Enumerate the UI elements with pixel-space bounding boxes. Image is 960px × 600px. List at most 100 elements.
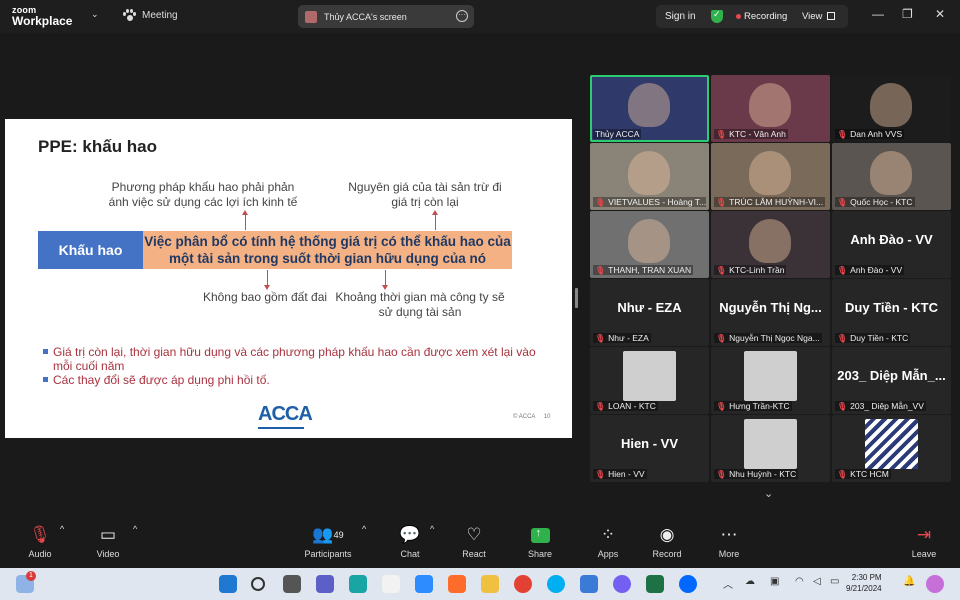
participant-tile[interactable]: Anh Đào - VV 🎙 Anh Đào - VV [832,211,951,278]
restore-icon[interactable]: ❐ [902,8,913,20]
chrome-icon[interactable] [514,575,532,593]
audio-caret-icon[interactable]: ^ [60,524,64,534]
apps-button[interactable]: ⁘ Apps [592,524,624,559]
title-bar: zoom Workplace ⌄ Meeting Thủy ACCA's scr… [0,0,960,33]
participant-video [749,151,791,195]
meeting-button[interactable]: Meeting [122,9,178,22]
participant-name: 🎙 THANH, TRAN XUAN [593,265,694,275]
participant-tile[interactable]: 🎙 VIETVALUES - Hoàng T... [590,143,709,210]
app-icon[interactable] [382,575,400,593]
security-shield-icon[interactable] [711,9,723,23]
viber-icon[interactable] [613,575,631,593]
mic-muted-icon: 🎙 [716,129,727,139]
participants-icon: 👥49 [312,525,344,544]
mic-muted-icon: 🎙 [595,469,606,479]
view-button[interactable]: View [802,11,822,22]
apps-label: Apps [597,549,619,559]
task-view-icon[interactable] [283,575,301,593]
sharer-avatar [305,10,317,23]
participant-tile[interactable]: 🎙 TRÚC LÂM HUỲNH-VI... [711,143,830,210]
participant-tile[interactable]: Hien - VV 🎙 Hien - VV [590,415,709,482]
zalo-icon[interactable] [679,575,697,593]
sign-in-button[interactable]: Sign in [665,11,696,22]
heart-icon: ♡ [466,525,482,544]
mic-muted-icon: 🎙 [837,265,848,275]
minimize-icon[interactable]: — [872,8,884,20]
skype-icon[interactable] [547,575,565,593]
chevron-down-icon[interactable]: ⌄ [91,9,99,20]
windows-start-icon[interactable] [219,575,237,593]
screen-share-banner[interactable]: Thủy ACCA's screen ··· [298,5,474,28]
participants-caret-icon[interactable]: ^ [362,524,366,534]
chevron-down-icon[interactable]: ⌄ [764,487,773,500]
view-layout-icon[interactable] [827,12,835,20]
more-options-icon[interactable]: ··· [456,10,468,22]
mic-muted-icon: 🎙 [29,525,51,544]
react-button[interactable]: ♡ React [458,524,490,559]
more-icon: ⋯ [720,525,738,544]
search-icon[interactable] [251,577,265,591]
record-icon: ◉ [659,525,675,544]
mic-muted-icon: 🎙 [716,265,727,275]
share-label: Share [527,549,553,559]
video-camera-icon: ▭ [99,525,117,544]
participant-video [870,83,912,127]
chat-icon: 💬 [399,525,421,544]
firefox-icon[interactable] [448,575,466,593]
participant-tile[interactable]: 🎙 Nhu Huỳnh - KTC [711,415,830,482]
record-label: Record [652,549,682,559]
participant-tile[interactable]: 🎙 Dan Anh VVS [832,75,951,142]
excel-icon[interactable] [646,575,664,593]
record-button[interactable]: ◉ Record [650,524,684,559]
participant-name: 🎙 KTC-Linh Trần [714,265,787,275]
zoom-icon[interactable] [415,575,433,593]
participant-name: 🎙 Nhu Huỳnh - KTC [714,469,799,479]
tray-app-icon[interactable]: ▣ [770,576,779,587]
participants-button[interactable]: 👥49 Participants [300,524,356,559]
video-button[interactable]: ▭ Video [90,524,126,559]
battery-icon[interactable]: ▭ [830,576,839,587]
participant-tile[interactable]: 🎙 KTC - Vân Anh [711,75,830,142]
share-banner-text: Thủy ACCA's screen [324,11,407,22]
participant-tile[interactable]: 203_ Diệp Mẫn_... 🎙 203_ Diệp Mẫn_VV [832,347,951,414]
audio-label: Audio [28,549,52,559]
more-button[interactable]: ⋯ More [713,524,745,559]
notification-badge: 1 [26,571,36,581]
close-icon[interactable]: ✕ [935,8,945,20]
wifi-icon[interactable]: ◠ [795,576,804,587]
participant-tile[interactable]: 🎙 KTC HCM [832,415,951,482]
participant-tile[interactable]: Như - EZA 🎙 Như - EZA [590,279,709,346]
teams-icon[interactable] [316,575,334,593]
file-explorer-icon[interactable] [481,575,499,593]
apps-icon: ⁘ [600,525,616,544]
outlook-icon[interactable] [580,575,598,593]
zoom-workplace-logo[interactable]: zoom Workplace [12,5,72,27]
volume-icon[interactable]: ◁ [813,576,821,587]
cloud-icon[interactable]: ☁ [745,576,755,587]
participant-tile[interactable]: 🎙 THANH, TRAN XUAN [590,211,709,278]
participant-tile[interactable]: Nguyễn Thị Ng... 🎙 Nguyễn Thị Ngọc Nga... [711,279,830,346]
video-caret-icon[interactable]: ^ [133,524,137,534]
participant-avatar [865,419,918,469]
participant-tile[interactable]: Thủy ACCA [590,75,709,142]
edge-icon[interactable] [349,575,367,593]
participant-tile[interactable]: 🎙 LOAN - KTC [590,347,709,414]
notification-bell-icon[interactable]: 🔔 [903,576,915,587]
share-button[interactable]: Share [524,524,556,559]
participant-tile[interactable]: Duy Tiền - KTC 🎙 Duy Tiền - KTC [832,279,951,346]
tray-chevron-icon[interactable]: ︿ [723,576,733,591]
chat-button[interactable]: 💬 Chat [394,524,426,559]
split-drag-handle[interactable] [575,288,578,308]
participant-tile[interactable]: 🎙 KTC-Linh Trần [711,211,830,278]
recording-label[interactable]: Recording [744,11,787,22]
participant-name: 🎙 Hưng Trần-KTC [714,401,792,411]
audio-button[interactable]: 🎙 Audio [22,524,58,559]
leave-button[interactable]: ⇥ Leave [908,524,940,559]
participant-tile[interactable]: 🎙 Hưng Trần-KTC [711,347,830,414]
video-label: Video [96,549,120,559]
system-clock[interactable]: 2:30 PM 9/21/2024 [846,572,882,594]
copilot-icon[interactable] [926,575,944,593]
chat-caret-icon[interactable]: ^ [430,524,434,534]
participant-tile[interactable]: 🎙 Quốc Học - KTC [832,143,951,210]
participant-name: 🎙 Quốc Học - KTC [835,197,915,207]
